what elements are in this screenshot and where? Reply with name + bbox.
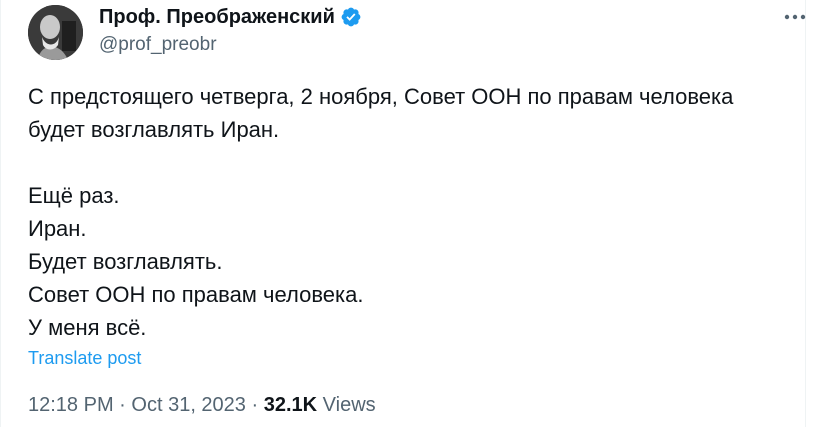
meta-separator: · (251, 394, 259, 416)
post-line: У меня всё. (28, 315, 147, 340)
meta-separator: · (119, 394, 126, 416)
verified-badge-icon (341, 7, 361, 27)
post-text: С предстоящего четверга, 2 ноября, Совет… (28, 80, 788, 344)
scrollbar[interactable] (806, 0, 833, 427)
translate-post-link[interactable]: Translate post (28, 346, 141, 370)
author-name[interactable]: Проф. Преображенский (99, 5, 335, 29)
avatar[interactable] (28, 5, 83, 60)
more-horizontal-icon (784, 14, 806, 20)
post-line-gap (28, 146, 788, 179)
views-count[interactable]: 32.1K (264, 394, 317, 416)
post-date[interactable]: Oct 31, 2023 (131, 394, 246, 416)
post-line: Будет возглавлять. (28, 249, 223, 274)
post-card: Проф. Преображенский @prof_preobr С пред… (0, 0, 806, 427)
post-meta: 12:18 PM · Oct 31, 2023 · 32.1K Views (28, 392, 376, 418)
post-line: С предстоящего четверга, 2 ноября, Совет… (28, 84, 734, 109)
author-handle[interactable]: @prof_preobr (99, 33, 217, 57)
post-line: Ещё раз. (28, 183, 120, 208)
post-line: Иран. (28, 216, 87, 241)
more-options-button[interactable] (781, 6, 809, 28)
views-label: Views (322, 394, 376, 416)
author-name-row[interactable]: Проф. Преображенский (99, 5, 362, 29)
post-time[interactable]: 12:18 PM (28, 394, 114, 416)
post-line: будет возглавлять Иран. (28, 117, 280, 142)
portrait-avatar-icon (28, 5, 83, 60)
post-line: Совет ООН по правам человека. (28, 282, 364, 307)
